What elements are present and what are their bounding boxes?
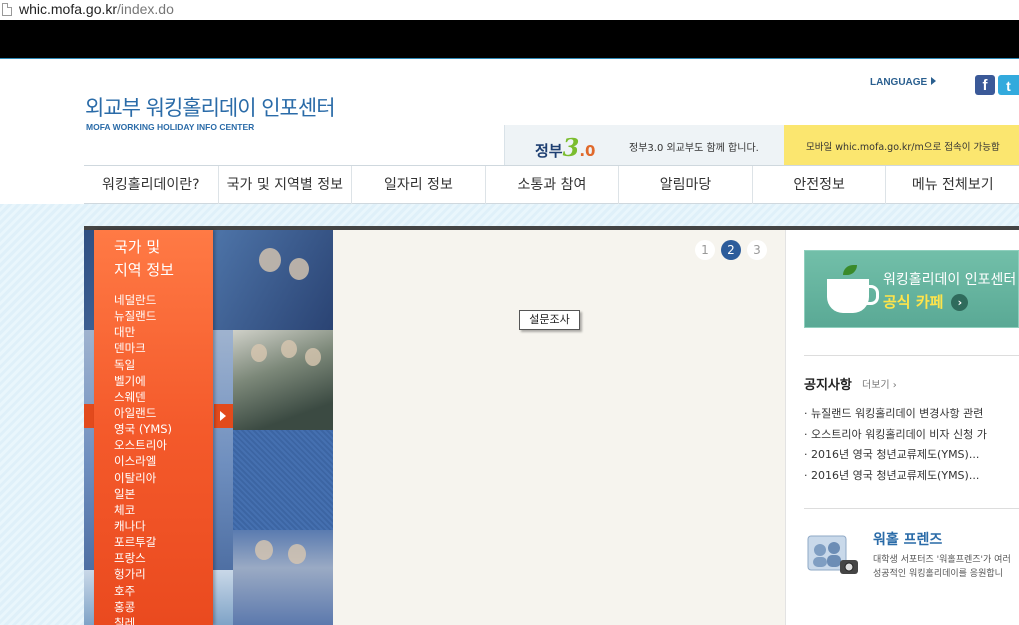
- twitter-icon[interactable]: t: [998, 75, 1019, 95]
- cafe-banner-line1: 워킹홀리데이 인포센터: [883, 272, 1017, 288]
- country-item[interactable]: 일본: [114, 486, 172, 502]
- country-menu-title: 국가 및 지역 정보: [114, 236, 204, 282]
- country-item[interactable]: 이스라엘: [114, 453, 172, 469]
- leaf-icon: [843, 265, 857, 275]
- notice-item[interactable]: · 뉴질랜드 워킹홀리데이 변경사항 관련: [804, 404, 1019, 425]
- country-item[interactable]: 체코: [114, 502, 172, 518]
- photo-tile: [233, 430, 333, 530]
- photo-figure: [251, 344, 267, 362]
- country-item[interactable]: 캐나다: [114, 518, 172, 534]
- country-item[interactable]: 뉴질랜드: [114, 308, 172, 324]
- nav-item-about[interactable]: 워킹홀리데이란?: [84, 166, 218, 204]
- divider: [804, 355, 1019, 356]
- cafe-banner-label: 공식 카페: [883, 293, 944, 311]
- header-top-line: [0, 58, 1019, 59]
- country-item[interactable]: 프랑스: [114, 550, 172, 566]
- language-button[interactable]: LANGUAGE: [870, 77, 937, 88]
- official-cafe-banner[interactable]: 워킹홀리데이 인포센터 공식 카페 ›: [804, 250, 1019, 328]
- country-item[interactable]: 덴마크: [114, 340, 172, 356]
- divider: [804, 508, 1019, 509]
- country-menu: 국가 및 지역 정보 네덜란드 뉴질랜드 대만 덴마크 독일 벨기에 스웨덴 아…: [94, 230, 213, 625]
- nav-item-notices[interactable]: 알림마당: [618, 166, 752, 204]
- country-item[interactable]: 포르투갈: [114, 534, 172, 550]
- country-item[interactable]: 네덜란드: [114, 292, 172, 308]
- country-list: 네덜란드 뉴질랜드 대만 덴마크 독일 벨기에 스웨덴 아일랜드 영국 (YMS…: [114, 292, 172, 625]
- gov30-logo: 정부3.0: [535, 133, 595, 162]
- country-item[interactable]: 홍콩: [114, 599, 172, 615]
- address-bar[interactable]: whic.mofa.go.kr/index.do: [0, 0, 1019, 20]
- survey-tooltip[interactable]: 설문조사: [519, 310, 580, 330]
- notice-more-link[interactable]: 더보기 ›: [862, 376, 897, 391]
- country-item[interactable]: 영국 (YMS): [114, 421, 172, 437]
- triangle-right-icon: [931, 77, 937, 85]
- gov30-banner[interactable]: 정부3.0 정부3.0 외교부도 함께 합니다.: [504, 125, 784, 165]
- country-item[interactable]: 호주: [114, 583, 172, 599]
- friends-title[interactable]: 워홀 프렌즈: [873, 529, 942, 549]
- site-logo[interactable]: 외교부 워킹홀리데이 인포센터: [85, 92, 336, 122]
- site-logo-subtitle: MOFA WORKING HOLIDAY INFO CENTER: [86, 122, 255, 132]
- photo-tile: [233, 330, 333, 430]
- notice-item[interactable]: · 2016년 영국 청년교류제도(YMS)...: [804, 466, 1019, 487]
- slider-pager: 1 2 3: [695, 240, 767, 260]
- redacted-bar: [0, 20, 1019, 58]
- gov30-logo-suffix: .0: [579, 142, 596, 160]
- mobile-banner[interactable]: 모바일 whic.mofa.go.kr/m으로 접속이 가능합: [784, 125, 1019, 165]
- coffee-cup-icon: [827, 279, 879, 313]
- country-item[interactable]: 오스트리아: [114, 437, 172, 453]
- photo-figure: [289, 258, 309, 280]
- gov30-text: 정부3.0 외교부도 함께 합니다.: [629, 143, 759, 154]
- photo-strip-left: [84, 404, 94, 428]
- photo-figure: [305, 348, 321, 366]
- photo-figure: [281, 340, 297, 358]
- pager-page-2[interactable]: 2: [721, 240, 741, 260]
- country-menu-title-line1: 국가 및: [114, 238, 161, 256]
- document-icon: [2, 3, 12, 16]
- country-item[interactable]: 대만: [114, 324, 172, 340]
- pager-page-1[interactable]: 1: [695, 240, 715, 260]
- photo-figure: [288, 544, 306, 564]
- country-item[interactable]: 아일랜드: [114, 405, 172, 421]
- camera-people-icon: [807, 535, 858, 574]
- language-label: LANGUAGE: [870, 77, 928, 88]
- gov30-logo-number: 3: [562, 133, 580, 162]
- friends-description: 대학생 서포터즈 '워홀프렌즈'가 여러: [873, 555, 1011, 565]
- notice-item[interactable]: · 2016년 영국 청년교류제도(YMS)...: [804, 445, 1019, 466]
- arrow-right-icon[interactable]: [214, 404, 233, 428]
- country-item[interactable]: 스웨덴: [114, 389, 172, 405]
- facebook-icon[interactable]: f: [975, 75, 995, 95]
- nav-item-jobs[interactable]: 일자리 정보: [351, 166, 485, 204]
- url-text[interactable]: whic.mofa.go.kr/index.do: [19, 1, 174, 17]
- notice-list: · 뉴질랜드 워킹홀리데이 변경사항 관련 · 오스트리아 워킹홀리데이 비자 …: [804, 404, 1019, 486]
- nav-item-community[interactable]: 소통과 참여: [484, 166, 619, 204]
- photo-figure: [255, 540, 273, 560]
- gov30-logo-prefix: 정부: [535, 142, 563, 160]
- photo-figure: [259, 248, 281, 272]
- main-slider: [333, 230, 785, 625]
- url-path: /index.do: [117, 1, 174, 17]
- url-host: whic.mofa.go.kr: [19, 1, 118, 17]
- country-item[interactable]: 독일: [114, 357, 172, 373]
- nav-item-countries[interactable]: 국가 및 지역별 정보: [217, 166, 352, 204]
- nav-item-safety[interactable]: 안전정보: [751, 166, 886, 204]
- photo-tile: [233, 530, 333, 625]
- notice-title: 공지사항: [804, 378, 852, 393]
- pager-page-3[interactable]: 3: [747, 240, 767, 260]
- nav-item-all-menu[interactable]: 메뉴 전체보기: [885, 166, 1019, 204]
- mobile-banner-text: 모바일 whic.mofa.go.kr/m으로 접속이 가능합: [806, 142, 1000, 153]
- cafe-banner-line2: 공식 카페 ›: [883, 291, 969, 312]
- page: whic.mofa.go.kr/index.do 외교부 워킹홀리데이 인포센터…: [0, 0, 1019, 625]
- country-item[interactable]: 벨기에: [114, 373, 172, 389]
- main-nav: 워킹홀리데이란? 국가 및 지역별 정보 일자리 정보 소통과 참여 알림마당 …: [84, 165, 1019, 204]
- country-item[interactable]: 헝가리: [114, 566, 172, 582]
- country-menu-title-line2: 지역 정보: [114, 261, 174, 279]
- country-item[interactable]: 칠레: [114, 615, 172, 625]
- chevron-right-icon[interactable]: ›: [951, 294, 969, 311]
- notice-item[interactable]: · 오스트리아 워킹홀리데이 비자 신청 가: [804, 425, 1019, 446]
- friends-description: 성공적인 워킹홀리데이를 응원합니: [873, 569, 1003, 579]
- country-item[interactable]: 이탈리아: [114, 470, 172, 486]
